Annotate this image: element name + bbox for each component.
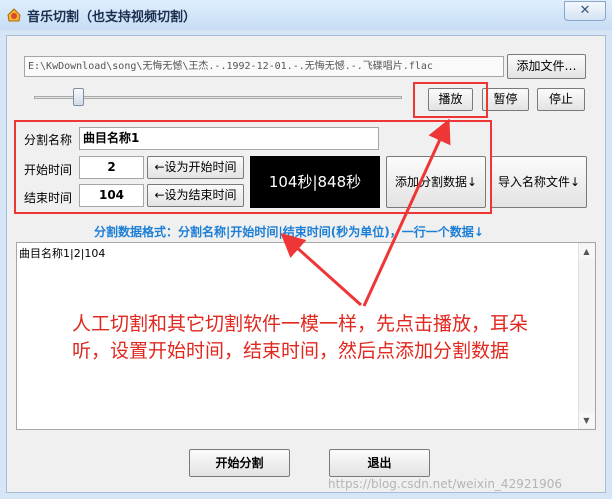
annotation-arrows [280,118,451,307]
watermark: https://blog.csdn.net/weixin_42921906 [328,477,563,491]
arrow-to-play [362,118,451,307]
annotation-note: 人工切割和其它切割软件一模一样，先点击播放，耳朵听，设置开始时间，结束时间，然后… [72,313,529,362]
arrow-to-segment [280,232,363,307]
